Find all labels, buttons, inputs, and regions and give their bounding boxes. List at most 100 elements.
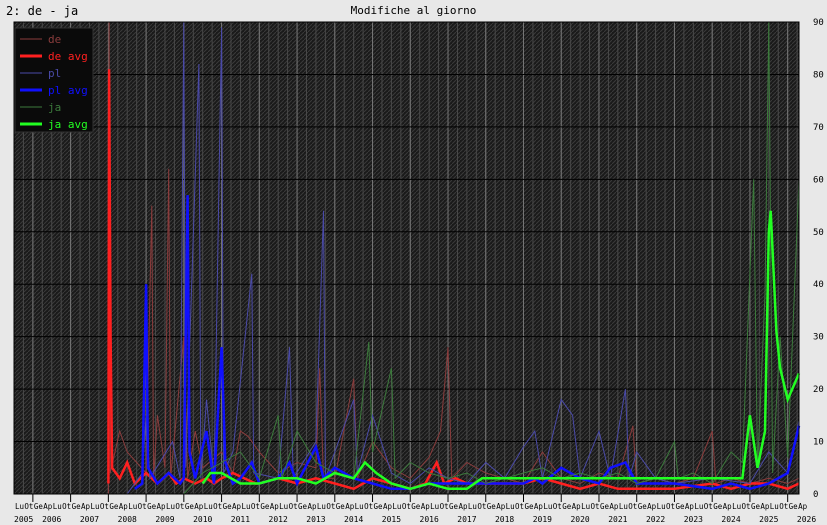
x-month-label: Ge xyxy=(562,502,572,511)
x-month-label: Lu xyxy=(90,502,99,511)
x-year-label: 2010 xyxy=(193,515,212,524)
x-month-label: Ap xyxy=(345,502,355,511)
x-month-label: Ot xyxy=(704,502,713,511)
x-month-label: Ot xyxy=(553,502,562,511)
legend-label: de xyxy=(48,33,61,46)
x-month-label: Ge xyxy=(147,502,157,511)
x-month-label: Ap xyxy=(458,502,468,511)
x-month-label: Ge xyxy=(185,502,195,511)
x-month-label: Ge xyxy=(789,502,799,511)
x-month-label: Ap xyxy=(232,502,242,511)
x-month-label: Ge xyxy=(713,502,723,511)
x-year-label: 2015 xyxy=(382,515,401,524)
x-month-label: Lu xyxy=(53,502,62,511)
x-month-label: Ap xyxy=(43,502,53,511)
x-month-label: Ge xyxy=(374,502,384,511)
x-year-label: 2021 xyxy=(608,515,627,524)
x-year-label: 2005 xyxy=(14,515,33,524)
y-tick-label: 10 xyxy=(813,438,824,448)
x-month-label: Ge xyxy=(449,502,459,511)
x-month-label: Lu xyxy=(619,502,628,511)
x-year-label: 2014 xyxy=(344,515,363,524)
x-month-label: Ge xyxy=(260,502,270,511)
x-month-label: Lu xyxy=(506,502,515,511)
x-month-label: Ap xyxy=(119,502,129,511)
x-year-label: 2016 xyxy=(420,515,439,524)
x-month-label: Lu xyxy=(657,502,666,511)
x-month-label: Ap xyxy=(647,502,657,511)
x-month-label: Lu xyxy=(732,502,741,511)
x-month-label: Ge xyxy=(34,502,44,511)
x-month-label: Ge xyxy=(638,502,648,511)
x-month-label: Ge xyxy=(298,502,308,511)
x-month-label: Lu xyxy=(279,502,288,511)
x-month-label: Ot xyxy=(251,502,260,511)
y-tick-label: 90 xyxy=(813,18,824,28)
x-month-label: Lu xyxy=(468,502,477,511)
x-month-label: Ge xyxy=(487,502,497,511)
x-month-label: Ap xyxy=(609,502,619,511)
x-year-label: 2012 xyxy=(269,515,288,524)
y-tick-label: 40 xyxy=(813,280,824,290)
x-month-label: Lu xyxy=(355,502,364,511)
x-month-label: Ap xyxy=(270,502,280,511)
x-year-label: 2008 xyxy=(118,515,137,524)
legend-label: pl avg xyxy=(48,84,88,97)
x-month-label: Ge xyxy=(600,502,610,511)
x-year-label: 2011 xyxy=(231,515,250,524)
x-month-label: Ap xyxy=(798,502,808,511)
x-month-label: Ot xyxy=(779,502,788,511)
x-year-label: 2025 xyxy=(759,515,778,524)
x-month-label: Ot xyxy=(62,502,71,511)
x-month-label: Ot xyxy=(175,502,184,511)
x-month-label: Ap xyxy=(760,502,770,511)
x-month-label: Ap xyxy=(307,502,317,511)
x-month-label: Ap xyxy=(157,502,167,511)
x-month-label: Lu xyxy=(166,502,175,511)
x-year-label: 2017 xyxy=(457,515,476,524)
x-month-label: Ot xyxy=(213,502,222,511)
legend-label: de avg xyxy=(48,50,88,63)
x-month-label: Lu xyxy=(581,502,590,511)
y-tick-label: 30 xyxy=(813,333,824,343)
x-month-label: Ot xyxy=(289,502,298,511)
x-month-label: Ge xyxy=(336,502,346,511)
x-month-label: Ap xyxy=(421,502,431,511)
x-year-label: 2013 xyxy=(306,515,325,524)
x-month-label: Ge xyxy=(72,502,82,511)
x-month-label: Ap xyxy=(723,502,733,511)
x-month-label: Ot xyxy=(628,502,637,511)
y-tick-label: 80 xyxy=(813,70,824,80)
edits-per-day-chart: 0 10 20 30 40 50 60 70 80 90 de de avg pl pl avg ja ja … xyxy=(13,18,824,524)
x-month-label: Lu xyxy=(430,502,439,511)
y-tick-label: 0 xyxy=(813,490,818,500)
x-month-label: Ge xyxy=(675,502,685,511)
x-year-label: 2007 xyxy=(80,515,99,524)
x-month-label: Ge xyxy=(524,502,534,511)
x-year-label: 2018 xyxy=(495,515,514,524)
x-month-label: Ot xyxy=(138,502,147,511)
y-tick-label: 50 xyxy=(813,228,824,238)
x-year-label: 2023 xyxy=(684,515,703,524)
x-year-label: 2009 xyxy=(155,515,174,524)
x-month-label: Lu xyxy=(317,502,326,511)
x-month-label: Ot xyxy=(440,502,449,511)
x-month-label: Ot xyxy=(100,502,109,511)
x-month-label: Ap xyxy=(81,502,91,511)
x-month-label: Lu xyxy=(543,502,552,511)
x-month-label: Lu xyxy=(204,502,213,511)
x-month-label: Ot xyxy=(591,502,600,511)
legend-label: pl xyxy=(48,67,61,80)
x-month-label: Ap xyxy=(534,502,544,511)
x-month-label: Ot xyxy=(666,502,675,511)
x-month-label: Ap xyxy=(572,502,582,511)
x-month-label: Lu xyxy=(15,502,24,511)
plot-area xyxy=(14,22,799,494)
legend-label: ja avg xyxy=(48,118,88,131)
x-month-label: Lu xyxy=(694,502,703,511)
x-month-label: Ot xyxy=(364,502,373,511)
legend-label: ja xyxy=(48,101,61,114)
x-year-label: 2006 xyxy=(42,515,61,524)
x-month-label: Ot xyxy=(515,502,524,511)
x-month-label: Ap xyxy=(194,502,204,511)
